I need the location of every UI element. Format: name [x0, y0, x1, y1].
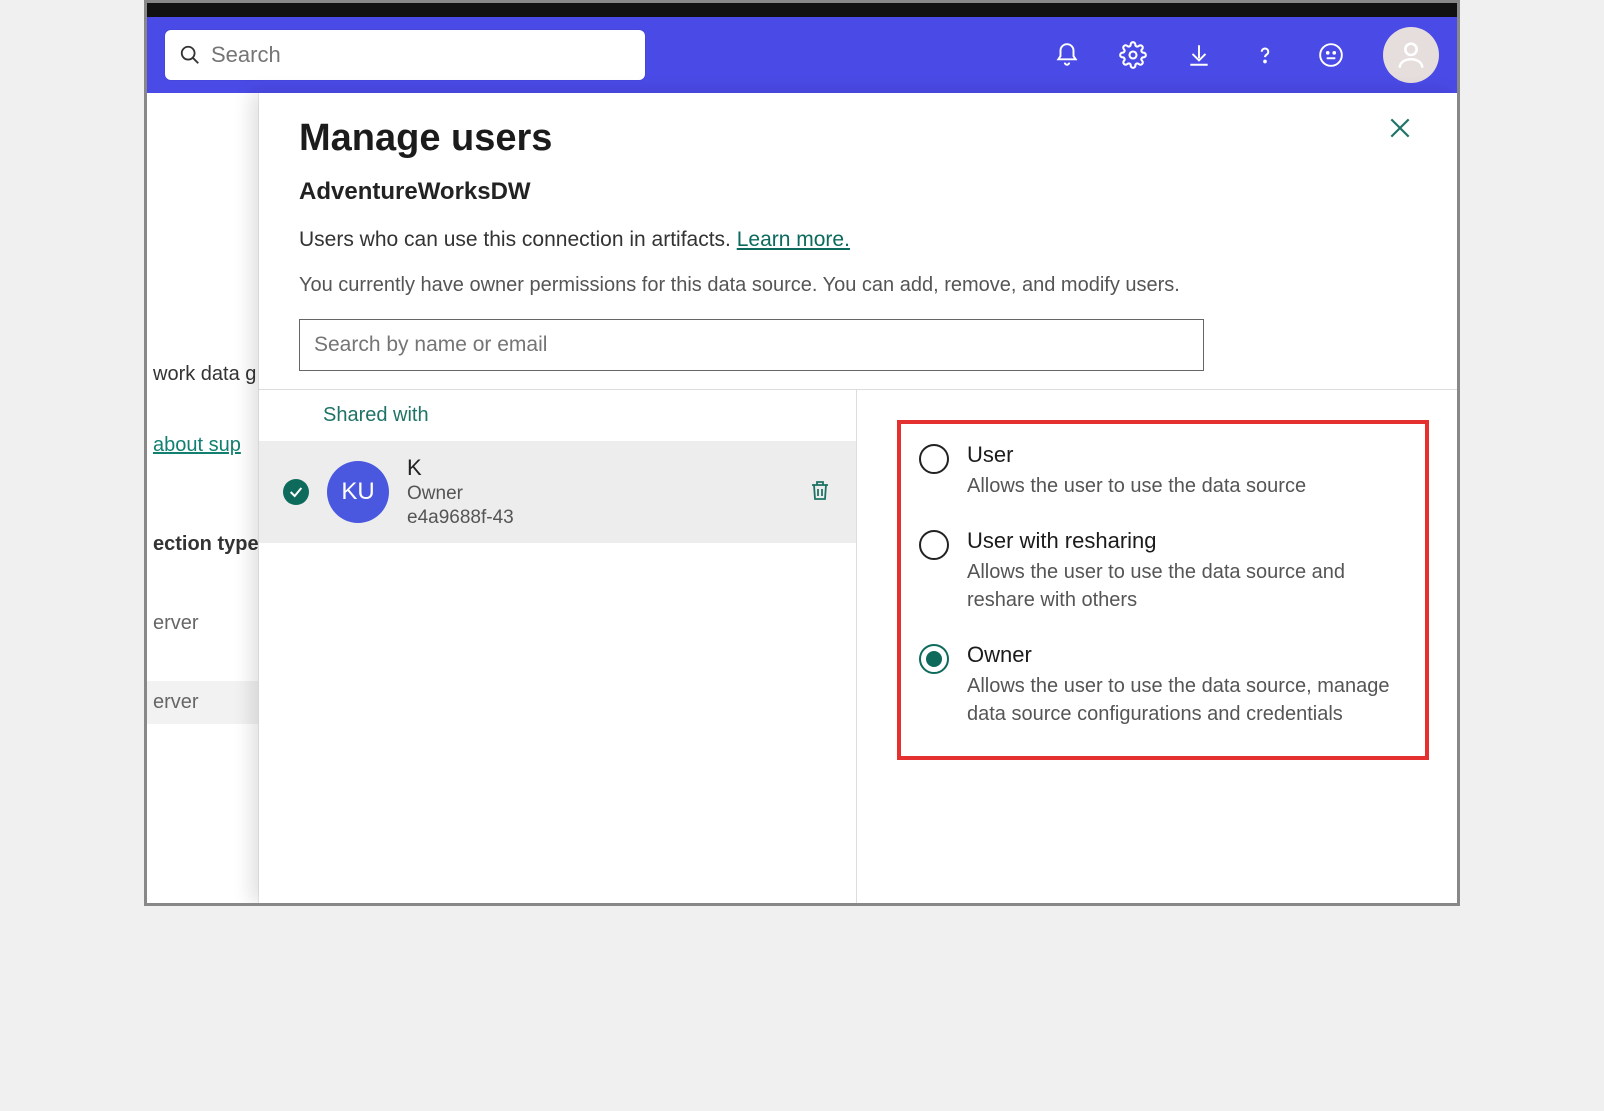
role-description: Allows the user to use the data source, …: [967, 672, 1407, 728]
shared-with-column: Shared with KU K Owner e4a9688f-43: [259, 390, 857, 903]
panel-title: Manage users: [299, 117, 1417, 160]
panel-subtitle: AdventureWorksDW: [299, 178, 1417, 206]
top-navigation-bar: [147, 17, 1457, 93]
learn-more-link[interactable]: Learn more.: [737, 228, 850, 251]
bg-text-fragment: work data g: [147, 353, 258, 396]
bg-text-fragment: erver: [147, 602, 258, 645]
role-radio[interactable]: [919, 444, 949, 474]
panel-permissions-note: You currently have owner permissions for…: [299, 274, 1417, 297]
help-icon[interactable]: [1251, 41, 1279, 69]
user-search-wrap: [259, 297, 1457, 389]
selected-check-icon: [283, 479, 309, 505]
bg-link-fragment[interactable]: about sup: [147, 424, 258, 467]
panel-description: Users who can use this connection in art…: [299, 228, 1417, 252]
topbar-actions: [1053, 27, 1439, 83]
user-search-input[interactable]: [299, 319, 1204, 371]
role-option-user[interactable]: User Allows the user to use the data sour…: [919, 442, 1407, 500]
downloads-icon[interactable]: [1185, 41, 1213, 69]
global-search-input[interactable]: [211, 42, 631, 68]
role-label: User with resharing: [967, 528, 1407, 554]
background-page: work data g about sup ection type erver …: [147, 93, 259, 903]
panel-header: Manage users AdventureWorksDW Users who …: [259, 93, 1457, 297]
role-description: Allows the user to use the data source: [967, 472, 1306, 500]
bg-header-fragment: ection type: [147, 523, 258, 566]
user-meta: K Owner e4a9688f-43: [407, 455, 514, 529]
window-chrome-bar: [147, 3, 1457, 17]
account-avatar[interactable]: [1383, 27, 1439, 83]
user-name: K: [407, 455, 514, 481]
shared-with-header: Shared with: [259, 390, 856, 441]
user-avatar: KU: [327, 461, 389, 523]
role-description: Allows the user to use the data source a…: [967, 558, 1407, 614]
manage-users-panel: Manage users AdventureWorksDW Users who …: [259, 93, 1457, 903]
global-search-box[interactable]: [165, 30, 645, 80]
role-label: User: [967, 442, 1306, 468]
app-frame: work data g about sup ection type erver …: [144, 0, 1460, 906]
panel-description-text: Users who can use this connection in art…: [299, 228, 737, 251]
panel-body: Shared with KU K Owner e4a9688f-43: [259, 389, 1457, 903]
role-option-user-with-resharing[interactable]: User with resharing Allows the user to us…: [919, 528, 1407, 614]
role-label: Owner: [967, 642, 1407, 668]
role-options-highlight: User Allows the user to use the data sour…: [897, 420, 1429, 760]
close-button[interactable]: [1387, 115, 1419, 147]
user-role: Owner: [407, 483, 514, 505]
user-id: e4a9688f-43: [407, 507, 514, 529]
role-radio[interactable]: [919, 530, 949, 560]
remove-user-button[interactable]: [808, 477, 836, 507]
settings-icon[interactable]: [1119, 41, 1147, 69]
notifications-icon[interactable]: [1053, 41, 1081, 69]
role-option-owner[interactable]: Owner Allows the user to use the data sou…: [919, 642, 1407, 728]
role-selection-column: User Allows the user to use the data sour…: [857, 390, 1457, 903]
search-icon: [179, 44, 201, 66]
bg-text-fragment: erver: [147, 681, 258, 724]
role-text: Owner Allows the user to use the data sou…: [967, 642, 1407, 728]
feedback-icon[interactable]: [1317, 41, 1345, 69]
role-text: User Allows the user to use the data sour…: [967, 442, 1306, 500]
role-text: User with resharing Allows the user to us…: [967, 528, 1407, 614]
user-list-item[interactable]: KU K Owner e4a9688f-43: [259, 441, 856, 543]
role-radio[interactable]: [919, 644, 949, 674]
